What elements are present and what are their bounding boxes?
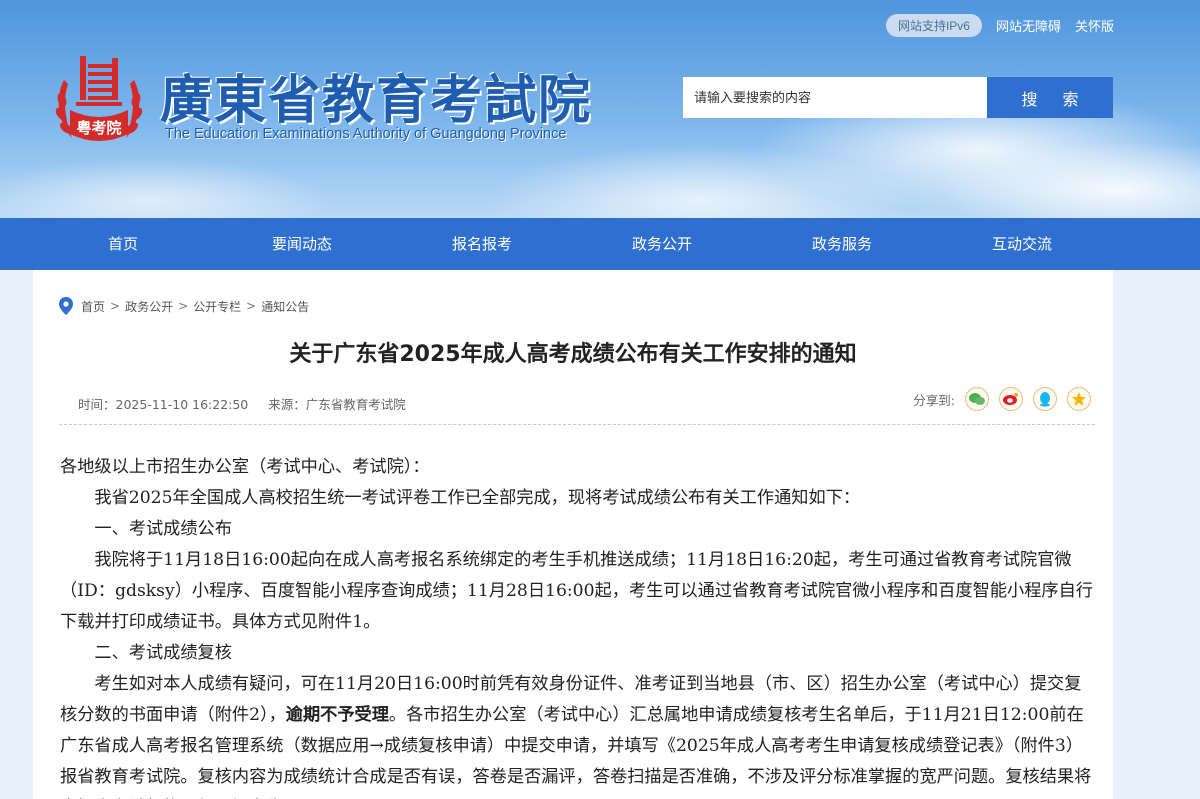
article-body: 各地级以上市招生办公室（考试中心、考试院）： 我省2025年全国成人高校招生统一…: [60, 452, 1098, 799]
nav-item-registration[interactable]: 报名报考: [422, 218, 542, 270]
wechat-icon[interactable]: [965, 387, 989, 411]
location-pin-icon: [59, 297, 73, 315]
breadcrumb-separator: >: [178, 299, 189, 313]
article-salutation: 各地级以上市招生办公室（考试中心、考试院）：: [60, 457, 430, 477]
article-emphasis: 逾期不予受理: [285, 705, 389, 725]
emblem-text: 粤考院: [76, 119, 121, 137]
search-box: 搜 索: [683, 77, 1113, 118]
article-title: 关于广东省2025年成人高考成绩公布有关工作安排的通知: [289, 342, 857, 367]
article-section-heading: 二、考试成绩复核: [94, 643, 232, 663]
search-input[interactable]: [683, 77, 987, 118]
site-logo-title[interactable]: 廣東省教育考試院: [160, 58, 592, 133]
share-label: 分享到:: [913, 392, 955, 408]
title-divider: [59, 424, 1095, 425]
breadcrumb: 首页 > 政务公开 > 公开专栏 > 通知公告: [59, 297, 309, 315]
search-button[interactable]: 搜 索: [987, 77, 1113, 118]
ipv6-badge: 网站支持IPv6: [885, 14, 982, 37]
weibo-icon[interactable]: [999, 387, 1023, 411]
qq-icon[interactable]: [1033, 387, 1057, 411]
header-banner: 粤考院 廣東省教育考試院 The Education Examinations …: [0, 0, 1200, 218]
article-paragraph: 我院将于11月18日16:00起向在成人高考报名系统绑定的考生手机推送成绩；11…: [60, 550, 1093, 632]
nav-item-government-affairs[interactable]: 政务公开: [602, 218, 722, 270]
nav-item-home[interactable]: 首页: [63, 218, 183, 270]
emblem-logo-icon[interactable]: 粤考院: [52, 50, 146, 152]
nav-item-interaction[interactable]: 互动交流: [962, 218, 1082, 270]
breadcrumb-home[interactable]: 首页: [81, 298, 105, 315]
article-paragraph: 考生如对本人成绩有疑问，可在11月20日16:00时前凭有效身份证件、准考证到当…: [60, 669, 1098, 799]
breadcrumb-separator: >: [110, 299, 121, 313]
top-links: 网站支持IPv6 网站无障碍 关怀版: [885, 14, 1114, 37]
breadcrumb-separator: >: [246, 299, 257, 313]
accessibility-link[interactable]: 网站无障碍: [996, 16, 1061, 35]
article-section-heading: 一、考试成绩公布: [94, 519, 232, 539]
article-time: 时间：2025-11-10 16:22:50: [78, 397, 249, 412]
share-bar: 分享到:: [913, 387, 1091, 411]
qzone-icon[interactable]: [1067, 387, 1091, 411]
site-logo-subtitle: The Education Examinations Authority of …: [165, 126, 567, 142]
article-paragraph: 我省2025年全国成人高校招生统一考试评卷工作已全部完成，现将考试成绩公布有关工…: [94, 488, 861, 508]
article-source: 来源：广东省教育考试院: [268, 397, 406, 412]
nav-item-news[interactable]: 要闻动态: [242, 218, 362, 270]
breadcrumb-public-column[interactable]: 公开专栏: [193, 298, 241, 315]
content-panel: 首页 > 政务公开 > 公开专栏 > 通知公告 关于广东省2025年成人高考成绩…: [33, 270, 1113, 799]
care-mode-link[interactable]: 关怀版: [1075, 16, 1114, 35]
breadcrumb-government-affairs[interactable]: 政务公开: [125, 298, 173, 315]
article-meta: 时间：2025-11-10 16:22:50 来源：广东省教育考试院: [78, 394, 406, 413]
nav-item-government-services[interactable]: 政务服务: [782, 218, 902, 270]
breadcrumb-notices[interactable]: 通知公告: [261, 298, 309, 315]
main-nav: 首页 要闻动态 报名报考 政务公开 政务服务 互动交流: [0, 218, 1200, 270]
